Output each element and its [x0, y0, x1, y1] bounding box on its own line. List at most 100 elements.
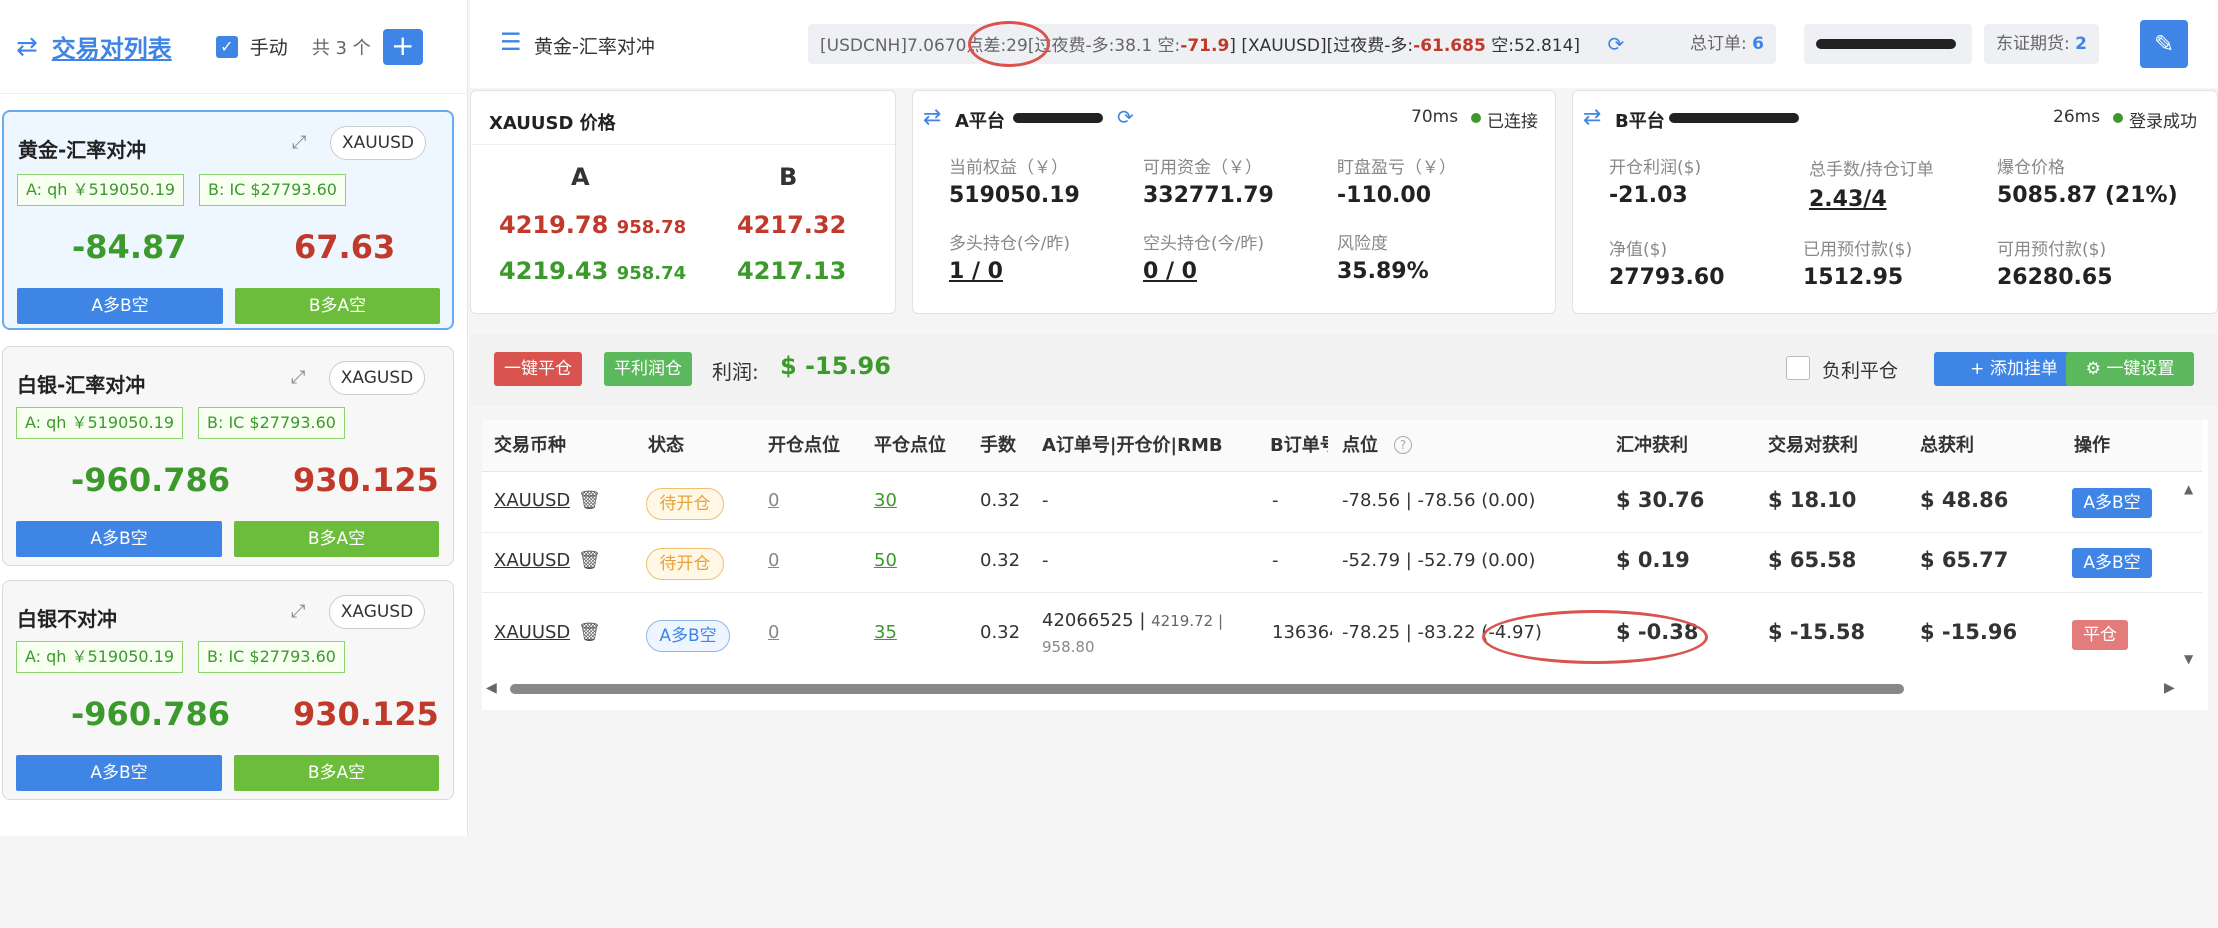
row-symbol[interactable]: XAUUSD — [494, 550, 570, 571]
row-divider — [482, 532, 2202, 533]
close-profit-value: -21.03 — [1609, 183, 1688, 208]
short-positions[interactable]: 0 / 0 — [1143, 259, 1197, 284]
row-points: -78.56 | -78.56 (0.00) — [1342, 490, 1536, 511]
add-pair-button[interactable]: + — [382, 28, 423, 65]
expand-icon[interactable]: ⤢ — [291, 367, 305, 388]
nav-value: 27793.60 — [1609, 265, 1725, 290]
pnl-label: 盯盘盈亏（￥） — [1337, 158, 1456, 178]
long-positions[interactable]: 1 / 0 — [949, 259, 1003, 284]
pair-card-title: 白银-汇率对冲 — [17, 373, 146, 397]
account-b-tag: B: IC $27793.60 — [198, 407, 345, 439]
xau-prefix: ] [XAUUSD][过夜费-多: — [1229, 36, 1414, 56]
platform-b-panel: ⇄ B平台 26ms 登录成功 开仓利润($) -21.03 总手数/持仓订单 … — [1572, 90, 2218, 314]
row-pair: $ -15.58 — [1768, 620, 1866, 644]
th-lots: 手数 — [980, 435, 1016, 456]
equity-value: 519050.19 — [949, 183, 1080, 208]
edit-button[interactable]: ✎ — [2140, 20, 2188, 68]
row-status: A多B空 — [646, 620, 730, 652]
manual-checkbox[interactable]: ✓ — [215, 35, 238, 58]
row-open[interactable]: 0 — [768, 622, 779, 643]
a-long-b-short-button[interactable]: A多B空 — [16, 755, 222, 791]
symbol-badge: XAUUSD — [330, 126, 426, 160]
swap-icon: ⇄ — [16, 31, 38, 62]
profit-value: $ -15.96 — [780, 352, 891, 380]
lots-value[interactable]: 2.43/4 — [1809, 187, 1887, 212]
profit-label: 利润: — [712, 360, 759, 384]
risk-value: 35.89% — [1337, 259, 1429, 284]
total-orders-pill: 总订单: 6 — [1678, 24, 1776, 64]
account-a-tag: A: qh ￥519050.19 — [16, 407, 184, 439]
close-all-button[interactable]: 一键平仓 — [494, 352, 582, 386]
row-points: -52.79 | -52.79 (0.00) — [1342, 550, 1536, 571]
status-dot — [1471, 113, 1481, 123]
row-open[interactable]: 0 — [768, 490, 779, 511]
price-panel: XAUUSD 价格 A B 4219.78 958.78 4219.43 958… — [470, 90, 896, 314]
row-total: $ -15.96 — [1920, 620, 2018, 644]
a-long-b-short-button[interactable]: A多B空 — [17, 288, 223, 324]
trash-icon[interactable]: 🗑 — [578, 622, 601, 643]
price-panel-header: XAUUSD 价格 — [471, 91, 895, 145]
row-close-button[interactable]: 平仓 — [2072, 620, 2128, 650]
th-a-order: A订单号|开仓价|RMB — [1042, 435, 1223, 456]
total-orders-value: 6 — [1752, 34, 1764, 54]
scroll-down-arrow[interactable]: ▼ — [2184, 652, 2193, 666]
row-status: 待开仓 — [646, 488, 724, 520]
swap-icon: ⇄ — [1583, 105, 1602, 130]
row-close[interactable]: 35 — [874, 622, 897, 643]
refresh-icon[interactable]: ⟳ — [1607, 32, 1624, 56]
pair-list-header: ⇄ 交易对列表 ✓ 手动 共 3 个 + — [0, 0, 467, 94]
b-long-a-short-button[interactable]: B多A空 — [234, 521, 439, 557]
row-symbol[interactable]: XAUUSD — [494, 622, 570, 643]
action-toolbar: 一键平仓 平利润仓 利润: $ -15.96 负利平仓 + 添加挂单 ⚙ 一键设… — [470, 334, 2218, 406]
scroll-up-arrow[interactable]: ▲ — [2184, 482, 2193, 496]
nav-label: 净值($) — [1609, 240, 1668, 260]
pair-list-title[interactable]: 交易对列表 — [52, 29, 172, 64]
row-symbol[interactable]: XAUUSD — [494, 490, 570, 511]
close-profit-button[interactable]: 平利润仓 — [604, 352, 692, 386]
manual-label: 手动 — [249, 37, 288, 59]
b-long-a-short-button[interactable]: B多A空 — [234, 755, 439, 791]
th-hedge: 汇冲获利 — [1616, 435, 1688, 456]
platform-b-status: 登录成功 — [2129, 112, 2197, 132]
expand-icon[interactable]: ⤢ — [292, 132, 306, 153]
horizontal-scrollbar[interactable] — [510, 684, 1904, 694]
pair-card[interactable]: 黄金-汇率对冲 ⤢ XAUUSD A: qh ￥519050.19 B: IC … — [2, 110, 454, 330]
free-margin-value: 26280.65 — [1997, 265, 2113, 290]
th-total: 总获利 — [1920, 435, 1974, 456]
a-order-price: 4219.72 | — [1151, 612, 1223, 630]
row-pair: $ 18.10 — [1768, 488, 1857, 512]
refresh-icon[interactable]: ⟳ — [1117, 105, 1134, 129]
a-ask-value: 4219.43 — [499, 257, 609, 285]
trash-icon[interactable]: 🗑 — [578, 490, 601, 511]
help-icon[interactable]: ? — [1394, 436, 1412, 454]
list-icon: ☰ — [500, 28, 522, 56]
th-points: 点位 — [1342, 435, 1378, 456]
row-close[interactable]: 50 — [874, 550, 897, 571]
row-action-button[interactable]: A多B空 — [2072, 548, 2152, 578]
used-margin-label: 已用预付款($) — [1803, 240, 1913, 260]
row-action-button[interactable]: A多B空 — [2072, 488, 2152, 518]
platform-b-latency: 26ms — [2053, 107, 2101, 127]
row-open[interactable]: 0 — [768, 550, 779, 571]
pair-card[interactable]: 白银-汇率对冲 ⤢ XAGUSD A: qh ￥519050.19 B: IC … — [2, 346, 454, 566]
redacted-account — [1816, 39, 1956, 49]
symbol-badge: XAGUSD — [329, 361, 425, 395]
scroll-left-arrow[interactable]: ◀ — [486, 680, 497, 696]
one-click-settings-button[interactable]: ⚙ 一键设置 — [2066, 352, 2194, 386]
th-open: 开仓点位 — [768, 435, 840, 456]
overnight-a-short: -71.9 — [1180, 36, 1230, 56]
row-close[interactable]: 30 — [874, 490, 897, 511]
trash-icon[interactable]: 🗑 — [578, 550, 601, 571]
a-long-b-short-button[interactable]: A多B空 — [16, 521, 222, 557]
gear-icon: ⚙ — [2085, 359, 2101, 379]
row-pair: $ 65.58 — [1768, 548, 1857, 572]
pair-card-title: 白银不对冲 — [17, 607, 117, 631]
b-long-a-short-button[interactable]: B多A空 — [235, 288, 440, 324]
close-profit-label: 开仓利润($) — [1609, 158, 1702, 178]
expand-icon[interactable]: ⤢ — [291, 601, 305, 622]
settings-label: 一键设置 — [2106, 359, 2175, 379]
pair-card[interactable]: 白银不对冲 ⤢ XAGUSD A: qh ￥519050.19 B: IC $2… — [2, 580, 454, 800]
neg-close-checkbox[interactable] — [1786, 356, 1810, 380]
scroll-right-arrow[interactable]: ▶ — [2164, 680, 2175, 696]
dz-futures-value: 2 — [2075, 34, 2087, 54]
